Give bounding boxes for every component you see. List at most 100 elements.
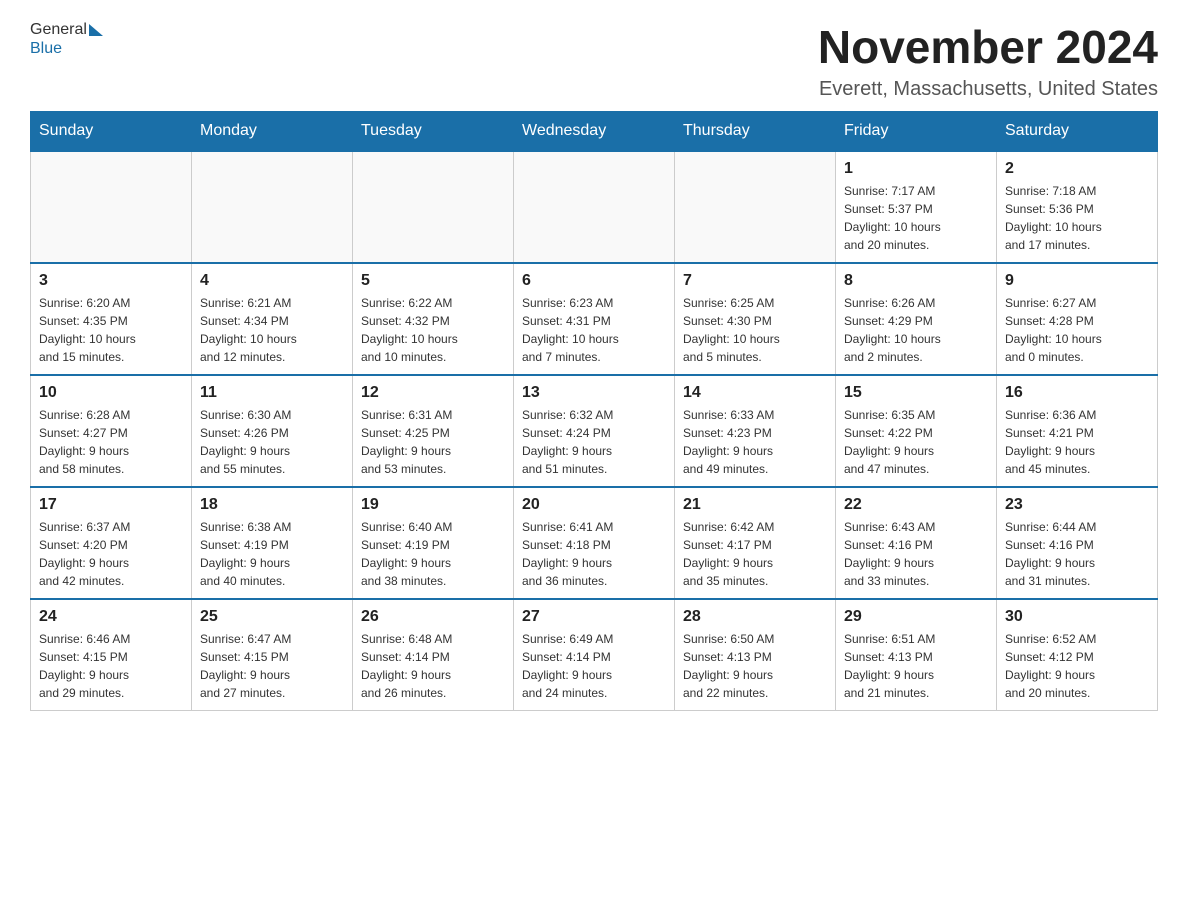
day-cell: 5 Sunrise: 6:22 AM Sunset: 4:32 PM Daylig…: [353, 263, 514, 375]
day-cell: 17 Sunrise: 6:37 AM Sunset: 4:20 PM Dayli…: [31, 487, 192, 599]
week-row-1: 3 Sunrise: 6:20 AM Sunset: 4:35 PM Daylig…: [31, 263, 1158, 375]
day-number: 18: [200, 496, 344, 514]
day-number: 11: [200, 384, 344, 402]
day-info: Sunrise: 6:36 AM Sunset: 4:21 PM Dayligh…: [1005, 406, 1149, 478]
day-cell: 14Sunrise: 6:33 AM Sunset: 4:23 PM Dayli…: [675, 375, 836, 487]
day-info: Sunrise: 6:37 AM Sunset: 4:20 PM Dayligh…: [39, 518, 183, 590]
day-number: 29: [844, 608, 988, 626]
day-number: 23: [1005, 496, 1149, 514]
day-info: Sunrise: 6:52 AM Sunset: 4:12 PM Dayligh…: [1005, 630, 1149, 702]
day-cell: 19Sunrise: 6:40 AM Sunset: 4:19 PM Dayli…: [353, 487, 514, 599]
day-info: Sunrise: 6:42 AM Sunset: 4:17 PM Dayligh…: [683, 518, 827, 590]
calendar-title: November 2024: [818, 20, 1158, 74]
day-number: 2: [1005, 160, 1149, 178]
day-number: 26: [361, 608, 505, 626]
day-cell: 29 Sunrise: 6:51 AM Sunset: 4:13 PM Dayli…: [836, 599, 997, 711]
day-cell: 6 Sunrise: 6:23 AM Sunset: 4:31 PM Daylig…: [514, 263, 675, 375]
day-info: Sunrise: 6:44 AM Sunset: 4:16 PM Dayligh…: [1005, 518, 1149, 590]
day-number: 4: [200, 272, 344, 290]
day-number: 7: [683, 272, 827, 290]
day-info: Sunrise: 6:22 AM Sunset: 4:32 PM Dayligh…: [361, 294, 505, 366]
day-cell: [192, 151, 353, 263]
day-number: 28: [683, 608, 827, 626]
day-number: 21: [683, 496, 827, 514]
day-cell: 4Sunrise: 6:21 AM Sunset: 4:34 PM Daylig…: [192, 263, 353, 375]
day-number: 24: [39, 608, 183, 626]
logo-blue-text: Blue: [30, 39, 62, 58]
calendar-table: SundayMondayTuesdayWednesdayThursdayFrid…: [30, 111, 1158, 711]
day-cell: 18 Sunrise: 6:38 AM Sunset: 4:19 PM Dayli…: [192, 487, 353, 599]
week-row-0: 1 Sunrise: 7:17 AM Sunset: 5:37 PM Daylig…: [31, 151, 1158, 263]
day-cell: 30 Sunrise: 6:52 AM Sunset: 4:12 PM Dayli…: [997, 599, 1158, 711]
day-cell: 21 Sunrise: 6:42 AM Sunset: 4:17 PM Dayli…: [675, 487, 836, 599]
day-cell: 24 Sunrise: 6:46 AM Sunset: 4:15 PM Dayli…: [31, 599, 192, 711]
day-info: Sunrise: 6:47 AM Sunset: 4:15 PM Dayligh…: [200, 630, 344, 702]
day-info: Sunrise: 6:50 AM Sunset: 4:13 PM Dayligh…: [683, 630, 827, 702]
day-cell: 27Sunrise: 6:49 AM Sunset: 4:14 PM Dayli…: [514, 599, 675, 711]
day-info: Sunrise: 6:20 AM Sunset: 4:35 PM Dayligh…: [39, 294, 183, 366]
header-wednesday: Wednesday: [514, 112, 675, 152]
day-info: Sunrise: 6:32 AM Sunset: 4:24 PM Dayligh…: [522, 406, 666, 478]
day-info: Sunrise: 6:23 AM Sunset: 4:31 PM Dayligh…: [522, 294, 666, 366]
day-number: 30: [1005, 608, 1149, 626]
day-cell: [353, 151, 514, 263]
header-sunday: Sunday: [31, 112, 192, 152]
day-number: 1: [844, 160, 988, 178]
header-friday: Friday: [836, 112, 997, 152]
header-monday: Monday: [192, 112, 353, 152]
day-cell: 12Sunrise: 6:31 AM Sunset: 4:25 PM Dayli…: [353, 375, 514, 487]
logo-general-text: General: [30, 20, 87, 39]
header-tuesday: Tuesday: [353, 112, 514, 152]
day-number: 5: [361, 272, 505, 290]
day-number: 22: [844, 496, 988, 514]
day-number: 17: [39, 496, 183, 514]
day-cell: 23 Sunrise: 6:44 AM Sunset: 4:16 PM Dayli…: [997, 487, 1158, 599]
day-cell: [675, 151, 836, 263]
day-info: Sunrise: 6:25 AM Sunset: 4:30 PM Dayligh…: [683, 294, 827, 366]
week-row-2: 10Sunrise: 6:28 AM Sunset: 4:27 PM Dayli…: [31, 375, 1158, 487]
day-cell: 22Sunrise: 6:43 AM Sunset: 4:16 PM Dayli…: [836, 487, 997, 599]
day-info: Sunrise: 6:35 AM Sunset: 4:22 PM Dayligh…: [844, 406, 988, 478]
day-cell: 7 Sunrise: 6:25 AM Sunset: 4:30 PM Daylig…: [675, 263, 836, 375]
day-cell: [514, 151, 675, 263]
day-info: Sunrise: 6:46 AM Sunset: 4:15 PM Dayligh…: [39, 630, 183, 702]
day-cell: 3 Sunrise: 6:20 AM Sunset: 4:35 PM Daylig…: [31, 263, 192, 375]
day-number: 3: [39, 272, 183, 290]
day-number: 20: [522, 496, 666, 514]
day-info: Sunrise: 6:30 AM Sunset: 4:26 PM Dayligh…: [200, 406, 344, 478]
day-number: 12: [361, 384, 505, 402]
day-info: Sunrise: 6:26 AM Sunset: 4:29 PM Dayligh…: [844, 294, 988, 366]
day-info: Sunrise: 6:49 AM Sunset: 4:14 PM Dayligh…: [522, 630, 666, 702]
calendar-subtitle: Everett, Massachusetts, United States: [818, 78, 1158, 101]
logo-arrow-icon: [89, 24, 103, 36]
day-cell: 2 Sunrise: 7:18 AM Sunset: 5:36 PM Daylig…: [997, 151, 1158, 263]
week-row-4: 24 Sunrise: 6:46 AM Sunset: 4:15 PM Dayli…: [31, 599, 1158, 711]
day-cell: [31, 151, 192, 263]
day-cell: 20Sunrise: 6:41 AM Sunset: 4:18 PM Dayli…: [514, 487, 675, 599]
day-cell: 10Sunrise: 6:28 AM Sunset: 4:27 PM Dayli…: [31, 375, 192, 487]
day-cell: 26Sunrise: 6:48 AM Sunset: 4:14 PM Dayli…: [353, 599, 514, 711]
day-info: Sunrise: 7:17 AM Sunset: 5:37 PM Dayligh…: [844, 182, 988, 254]
day-info: Sunrise: 6:28 AM Sunset: 4:27 PM Dayligh…: [39, 406, 183, 478]
header-saturday: Saturday: [997, 112, 1158, 152]
day-cell: 13 Sunrise: 6:32 AM Sunset: 4:24 PM Dayli…: [514, 375, 675, 487]
logo: General Blue: [30, 20, 103, 58]
day-info: Sunrise: 6:27 AM Sunset: 4:28 PM Dayligh…: [1005, 294, 1149, 366]
day-info: Sunrise: 6:33 AM Sunset: 4:23 PM Dayligh…: [683, 406, 827, 478]
day-cell: 25Sunrise: 6:47 AM Sunset: 4:15 PM Dayli…: [192, 599, 353, 711]
day-number: 15: [844, 384, 988, 402]
day-number: 8: [844, 272, 988, 290]
day-info: Sunrise: 6:51 AM Sunset: 4:13 PM Dayligh…: [844, 630, 988, 702]
day-number: 13: [522, 384, 666, 402]
day-number: 16: [1005, 384, 1149, 402]
day-info: Sunrise: 6:38 AM Sunset: 4:19 PM Dayligh…: [200, 518, 344, 590]
day-number: 19: [361, 496, 505, 514]
day-info: Sunrise: 7:18 AM Sunset: 5:36 PM Dayligh…: [1005, 182, 1149, 254]
page-header: General Blue November 2024 Everett, Mass…: [30, 20, 1158, 101]
day-cell: 9Sunrise: 6:27 AM Sunset: 4:28 PM Daylig…: [997, 263, 1158, 375]
header-thursday: Thursday: [675, 112, 836, 152]
day-cell: 8 Sunrise: 6:26 AM Sunset: 4:29 PM Daylig…: [836, 263, 997, 375]
day-number: 6: [522, 272, 666, 290]
week-row-3: 17 Sunrise: 6:37 AM Sunset: 4:20 PM Dayli…: [31, 487, 1158, 599]
day-cell: 16 Sunrise: 6:36 AM Sunset: 4:21 PM Dayli…: [997, 375, 1158, 487]
